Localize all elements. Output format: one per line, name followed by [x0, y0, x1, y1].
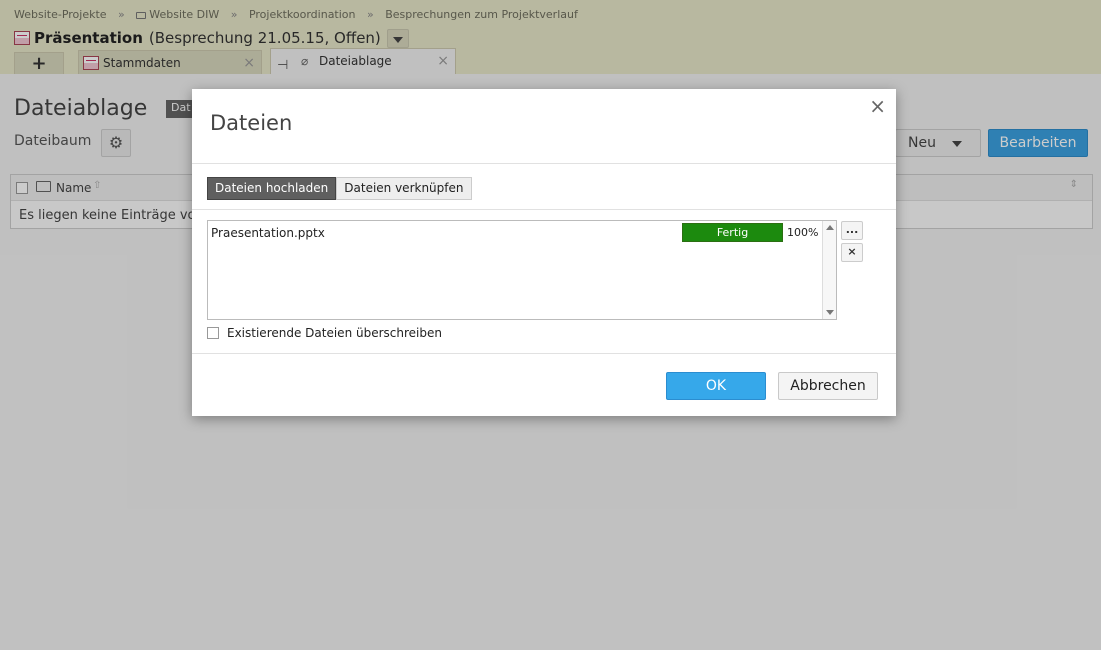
divider	[192, 353, 896, 354]
upload-file-list: Praesentation.pptx Fertig 100%	[207, 220, 837, 320]
ok-button[interactable]: OK	[666, 372, 766, 400]
progress-percent: 100%	[787, 226, 819, 239]
scroll-up-icon[interactable]	[826, 225, 834, 230]
divider	[192, 209, 896, 210]
upload-progress-bar: Fertig	[682, 223, 783, 242]
overwrite-label[interactable]: Existierende Dateien überschreiben	[227, 326, 442, 340]
cancel-button[interactable]: Abbrechen	[778, 372, 878, 400]
overwrite-checkbox[interactable]	[207, 327, 219, 339]
tab-link-files[interactable]: Dateien verknüpfen	[336, 177, 472, 200]
progress-status: Fertig	[716, 226, 749, 239]
divider	[192, 163, 896, 164]
close-icon[interactable]: ×	[869, 94, 886, 118]
browse-button[interactable]: ...	[841, 221, 863, 240]
upload-mode-tabs: Dateien hochladen Dateien verknüpfen	[207, 177, 472, 200]
files-dialog: Dateien × Dateien hochladen Dateien verk…	[192, 89, 896, 416]
remove-file-button[interactable]: ×	[841, 243, 863, 262]
tab-upload-files[interactable]: Dateien hochladen	[207, 177, 337, 200]
scrollbar[interactable]	[822, 221, 836, 319]
scroll-down-icon[interactable]	[826, 310, 834, 315]
overwrite-option: Existierende Dateien überschreiben	[207, 326, 442, 340]
file-name: Praesentation.pptx	[211, 226, 325, 240]
dialog-title: Dateien	[210, 111, 293, 135]
